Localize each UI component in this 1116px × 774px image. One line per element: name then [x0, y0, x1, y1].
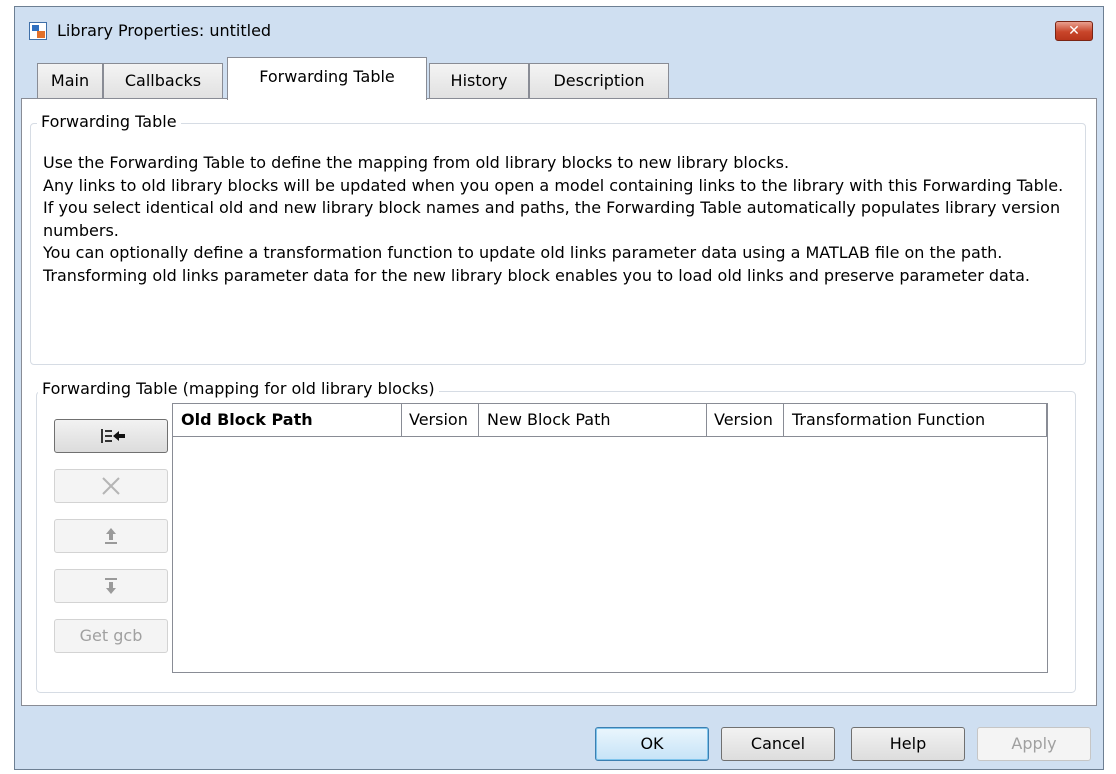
delete-row-button[interactable] — [54, 469, 168, 503]
tab-forwarding-table[interactable]: Forwarding Table — [227, 57, 427, 100]
ok-button[interactable]: OK — [595, 727, 709, 761]
description-paragraph: Any links to old library blocks will be … — [43, 175, 1064, 195]
description-paragraph: You can optionally define a transformati… — [43, 243, 1030, 285]
get-gcb-button[interactable]: Get gcb — [54, 619, 168, 653]
add-row-button[interactable] — [54, 419, 168, 453]
move-up-button[interactable] — [54, 519, 168, 553]
cancel-button[interactable]: Cancel — [721, 727, 835, 761]
info-group-title: Forwarding Table — [37, 112, 181, 131]
help-button[interactable]: Help — [851, 727, 965, 761]
column-header-new-version[interactable]: Version — [707, 404, 784, 436]
forwarding-table-info-group: Forwarding Table Use the Forwarding Tabl… — [30, 112, 1086, 365]
move-down-icon — [105, 578, 117, 594]
column-header-transformation-function[interactable]: Transformation Function — [784, 404, 1047, 436]
column-header-old-block-path[interactable]: Old Block Path — [173, 404, 402, 436]
close-button[interactable]: ✕ — [1055, 21, 1093, 41]
column-header-new-block-path[interactable]: New Block Path — [479, 404, 707, 436]
move-up-icon — [105, 528, 117, 544]
mapping-group-title: Forwarding Table (mapping for old librar… — [38, 379, 439, 398]
column-header-old-version[interactable]: Version — [402, 404, 479, 436]
description-paragraph: If you select identical old and new libr… — [43, 198, 1061, 240]
tab-content-panel: Forwarding Table Use the Forwarding Tabl… — [21, 98, 1097, 706]
apply-button[interactable]: Apply — [977, 727, 1091, 761]
move-down-button[interactable] — [54, 569, 168, 603]
forwarding-table-grid[interactable]: Old Block Path Version New Block Path Ve… — [172, 403, 1048, 673]
description-paragraph: Use the Forwarding Table to define the m… — [43, 153, 790, 172]
library-properties-dialog: Library Properties: untitled ✕ Main Call… — [14, 6, 1104, 770]
table-header: Old Block Path Version New Block Path Ve… — [173, 404, 1047, 437]
table-body[interactable] — [173, 437, 1047, 672]
forwarding-table-description: Use the Forwarding Table to define the m… — [43, 152, 1073, 287]
window-title: Library Properties: untitled — [57, 21, 272, 40]
tab-description[interactable]: Description — [529, 63, 669, 98]
tab-main[interactable]: Main — [37, 63, 103, 98]
title-bar: Library Properties: untitled ✕ — [15, 7, 1103, 57]
delete-icon — [102, 477, 120, 495]
simulink-app-icon — [29, 22, 47, 40]
tab-history[interactable]: History — [429, 63, 529, 98]
add-row-icon — [101, 429, 125, 443]
tab-callbacks[interactable]: Callbacks — [103, 63, 223, 98]
